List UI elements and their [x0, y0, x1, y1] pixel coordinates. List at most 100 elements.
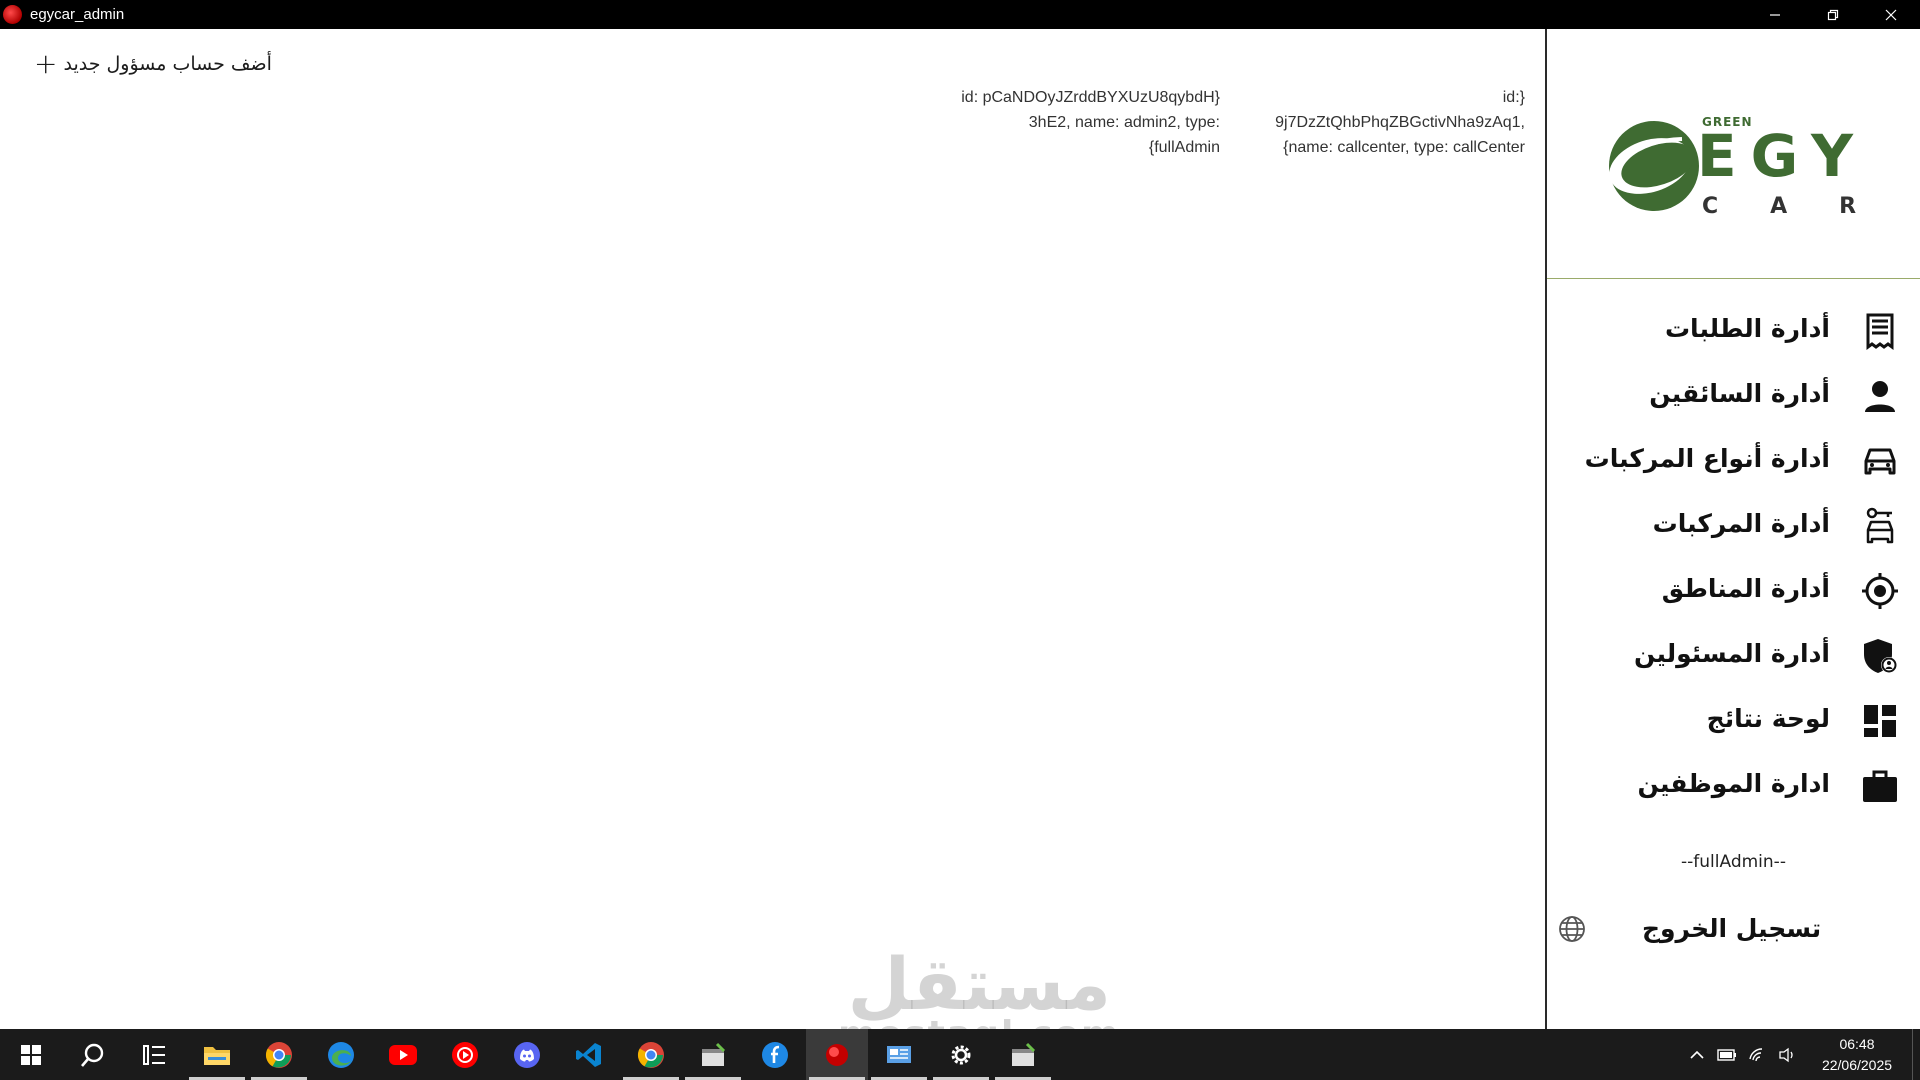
search-icon	[81, 1043, 104, 1067]
app-display-icon	[887, 1045, 911, 1063]
taskbar-egycar-admin[interactable]	[806, 1029, 868, 1080]
taskbar: 06:48 22/06/2025	[0, 1029, 1920, 1080]
person-icon	[1865, 381, 1895, 412]
chrome-icon	[265, 1041, 292, 1068]
network-button[interactable]	[1742, 1029, 1772, 1080]
minimize-button[interactable]	[1746, 0, 1804, 29]
taskbar-app-1[interactable]	[682, 1029, 744, 1080]
taskbar-vscode[interactable]	[558, 1029, 620, 1080]
window-title: egycar_admin	[30, 6, 125, 23]
admin-shield-icon	[1864, 639, 1897, 673]
restore-icon	[1827, 9, 1839, 20]
taskbar-clock[interactable]: 06:48 22/06/2025	[1802, 1034, 1912, 1076]
app-f-icon	[762, 1041, 788, 1068]
show-hidden-icons-button[interactable]	[1682, 1029, 1712, 1080]
clock-time: 06:48	[1839, 1035, 1875, 1052]
battery-icon	[1717, 1048, 1736, 1061]
task-view-button[interactable]	[124, 1029, 186, 1080]
taskbar-chrome-2[interactable]	[620, 1029, 682, 1080]
add-admin-button[interactable]: + أضف حساب مسؤول جديد	[34, 47, 272, 80]
sidebar-item-admins[interactable]: أدارة المسئولين	[1547, 631, 1920, 681]
show-desktop-button[interactable]	[1912, 1029, 1920, 1080]
title-bar: egycar_admin	[0, 0, 1920, 29]
sidebar-item-label: أدارة السائقين	[1649, 379, 1830, 408]
location-target-icon	[1862, 573, 1898, 609]
sidebar-item-label: أدارة المركبات	[1652, 509, 1830, 538]
role-label: --fullAdmin--	[1681, 852, 1786, 872]
app-icon	[3, 5, 22, 24]
taskbar-youtube-music[interactable]	[434, 1029, 496, 1080]
system-tray: 06:48 22/06/2025	[1682, 1029, 1920, 1080]
youtube-music-icon	[452, 1041, 478, 1068]
record-line: 3hE2, name: admin2, type:	[1028, 114, 1220, 131]
sidebar-item-vehicles[interactable]: أدارة المركبات	[1547, 501, 1920, 551]
record-line: {fullAdmin	[1148, 139, 1220, 156]
app-window-icon	[1012, 1042, 1036, 1066]
edge-icon	[328, 1041, 354, 1068]
egycar-app-icon	[826, 1043, 848, 1066]
taskbar-discord[interactable]	[496, 1029, 558, 1080]
logo-line2-text: CAR	[1702, 194, 1902, 219]
app-window-icon	[702, 1042, 726, 1066]
taskbar-app-2[interactable]	[868, 1029, 930, 1080]
taskbar-chrome-1[interactable]	[248, 1029, 310, 1080]
sidebar-item-zones[interactable]: أدارة المناطق	[1547, 566, 1920, 616]
minimize-icon	[1770, 13, 1780, 16]
gear-icon	[951, 1045, 971, 1064]
speaker-icon	[1779, 1047, 1793, 1062]
close-icon	[1885, 9, 1897, 20]
sidebar-item-label: أدارة أنواع المركبات	[1584, 444, 1830, 473]
add-admin-label: أضف حساب مسؤول جديد	[63, 53, 272, 75]
logo-area: GREEN EGY CAR	[1547, 29, 1920, 279]
search-button[interactable]	[62, 1029, 124, 1080]
sidebar-item-label: لوحة نتائج	[1706, 704, 1830, 733]
record-line: 9j7DzZtQhbPhqZBGctivNha9zAq1,	[1275, 114, 1525, 131]
discord-icon	[514, 1041, 540, 1068]
car-key-icon	[1866, 507, 1894, 544]
chrome-profile-icon	[637, 1041, 664, 1068]
sidebar-item-employees[interactable]: ادارة الموظفين	[1547, 761, 1920, 811]
logo-line1-text: EGY	[1697, 122, 1867, 190]
sidebar-item-vehicle-types[interactable]: أدارة أنواع المركبات	[1547, 436, 1920, 486]
record-line: id: pCaNDOyJZrddBYXUzU8qybdH}	[961, 89, 1220, 106]
dashboard-icon	[1864, 705, 1896, 737]
plus-icon: +	[34, 47, 58, 80]
briefcase-icon	[1863, 770, 1897, 802]
taskbar-settings[interactable]	[930, 1029, 992, 1080]
start-button[interactable]	[0, 1029, 62, 1080]
admin-record: id: pCaNDOyJZrddBYXUzU8qybdH} 3hE2, name…	[930, 85, 1220, 160]
chevron-up-icon	[1690, 1050, 1704, 1059]
youtube-icon	[389, 1044, 417, 1065]
admin-record: id:} 9j7DzZtQhbPhqZBGctivNha9zAq1, {name…	[1250, 85, 1525, 160]
sidebar-item-label: أدارة الطلبات	[1664, 314, 1830, 343]
sidebar-item-label: أدارة المناطق	[1661, 574, 1830, 603]
folder-icon	[204, 1046, 230, 1065]
sidebar: GREEN EGY CAR أدارة الطلبات أدارة السائق…	[1545, 29, 1920, 1029]
taskbar-file-explorer[interactable]	[186, 1029, 248, 1080]
restore-button[interactable]	[1804, 0, 1862, 29]
taskbar-app-3[interactable]	[992, 1029, 1054, 1080]
car-icon	[1864, 448, 1896, 475]
taskbar-youtube[interactable]	[372, 1029, 434, 1080]
sidebar-item-drivers[interactable]: أدارة السائقين	[1547, 371, 1920, 421]
battery-button[interactable]	[1712, 1029, 1742, 1080]
close-button[interactable]	[1862, 0, 1920, 29]
main-content: + أضف حساب مسؤول جديد id:} 9j7DzZtQhbPhq…	[0, 29, 1545, 1029]
task-view-icon	[143, 1044, 165, 1065]
sidebar-item-label: ادارة الموظفين	[1637, 769, 1830, 798]
egycar-logo: GREEN EGY CAR	[1609, 115, 1902, 219]
record-line: id:}	[1502, 89, 1525, 106]
record-line: {name: callcenter, type: callCenter	[1283, 139, 1525, 156]
logout-button[interactable]: تسجيل الخروج	[1547, 904, 1920, 960]
taskbar-flutter-app[interactable]	[744, 1029, 806, 1080]
wifi-icon	[1749, 1047, 1763, 1061]
sidebar-item-dashboard[interactable]: لوحة نتائج	[1547, 696, 1920, 746]
volume-button[interactable]	[1772, 1029, 1802, 1080]
logout-label: تسجيل الخروج	[1642, 914, 1822, 943]
sidebar-item-orders[interactable]: أدارة الطلبات	[1547, 306, 1920, 356]
receipt-icon	[1866, 313, 1894, 350]
taskbar-edge[interactable]	[310, 1029, 372, 1080]
vscode-icon	[576, 1042, 601, 1067]
sidebar-item-label: أدارة المسئولين	[1634, 639, 1830, 668]
clock-date: 22/06/2025	[1821, 1056, 1893, 1073]
